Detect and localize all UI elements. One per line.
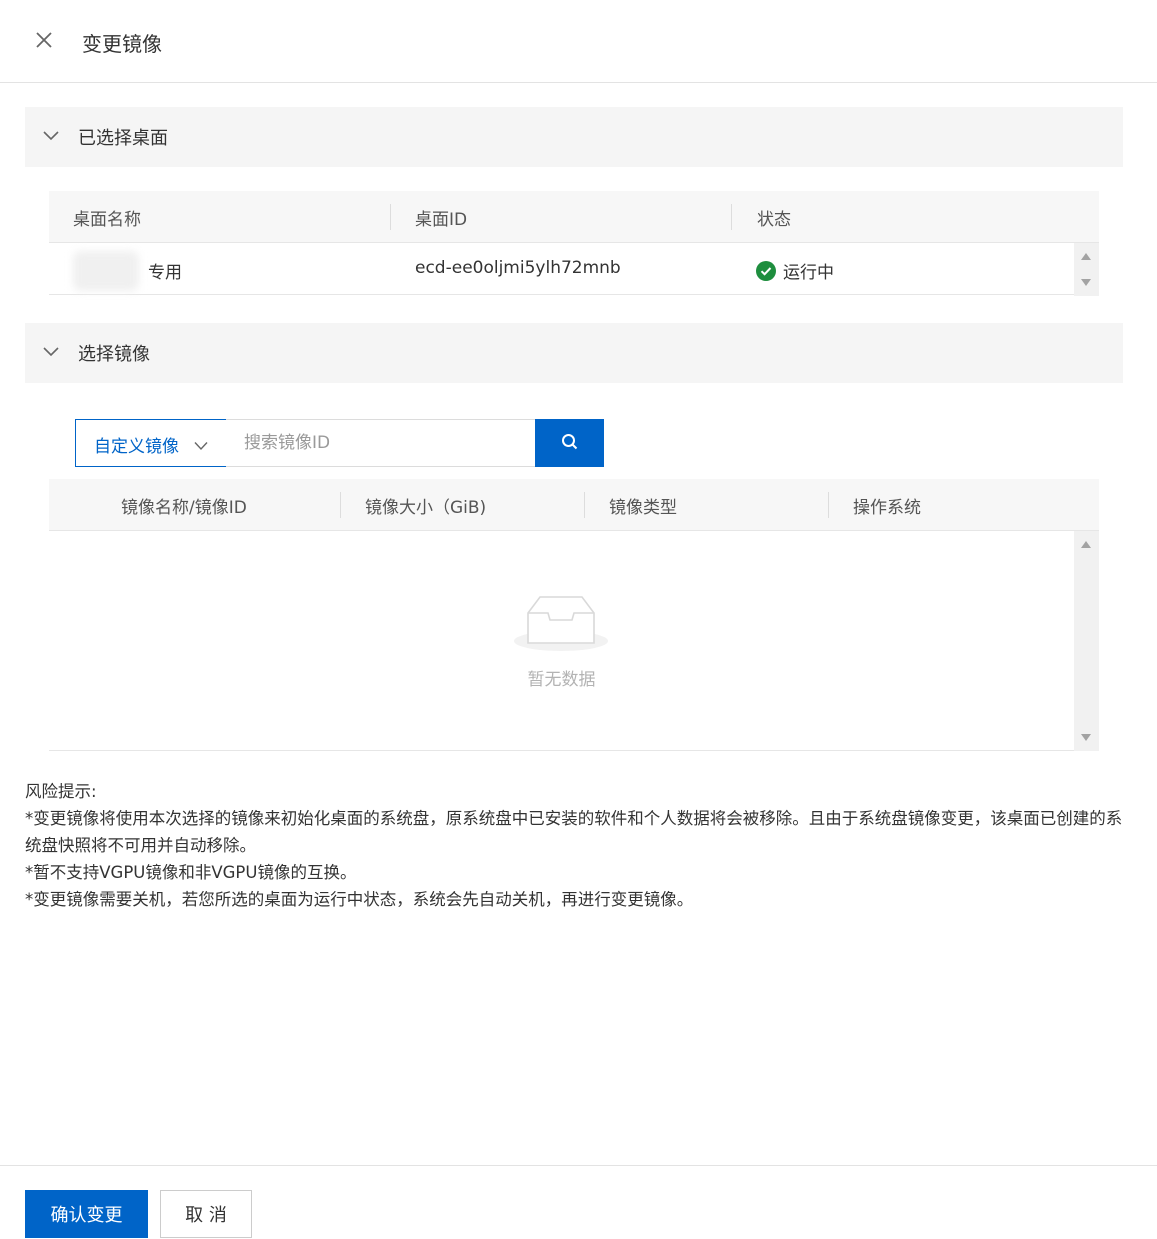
search-icon: [561, 433, 577, 449]
close-icon[interactable]: [33, 29, 55, 51]
chevron-down-icon: [43, 128, 59, 144]
empty-inbox-icon: [514, 596, 608, 651]
image-type-select[interactable]: 自定义镜像: [75, 419, 227, 467]
status-text: 运行中: [783, 263, 834, 283]
chevron-down-icon: [194, 437, 208, 451]
selected-desktops-section-header[interactable]: 已选择桌面: [25, 107, 1123, 167]
footer-divider: [0, 1165, 1157, 1166]
column-header-image-size: 镜像大小（GiB): [365, 498, 487, 518]
select-image-section-header[interactable]: 选择镜像: [25, 323, 1123, 383]
table-header: 镜像名称/镜像ID 镜像大小（GiB) 镜像类型 操作系统: [49, 479, 1099, 531]
risk-notice: 风险提示: *变更镜像将使用本次选择的镜像来初始化桌面的系统盘，原系统盘中已安装…: [25, 778, 1125, 913]
image-search-bar: 自定义镜像: [75, 419, 604, 467]
risk-line: *变更镜像需要关机，若您所选的桌面为运行中状态，系统会先自动关机，再进行变更镜像…: [25, 890, 694, 909]
column-header-status: 状态: [757, 210, 791, 230]
drawer-title: 变更镜像: [82, 32, 162, 56]
desktop-name: 专用: [148, 263, 182, 283]
empty-text: 暂无数据: [527, 670, 596, 690]
table-row[interactable]: 专用 ecd-ee0oljmi5ylh72mnb 运行中: [49, 243, 1074, 295]
selected-desktops-table: 桌面名称 桌面ID 状态 专用 ecd-ee0oljmi5ylh72mnb 运行…: [49, 191, 1099, 296]
section-label: 选择镜像: [78, 344, 150, 365]
column-header-image-type: 镜像类型: [609, 498, 677, 518]
column-divider: [828, 492, 829, 518]
cancel-button[interactable]: 取 消: [160, 1190, 252, 1238]
risk-title: 风险提示:: [25, 782, 97, 801]
column-header-desktop-name: 桌面名称: [73, 210, 141, 230]
redacted-name-mask: [73, 251, 139, 291]
column-header-image-name: 镜像名称/镜像ID: [121, 498, 247, 518]
scroll-up-icon[interactable]: [1081, 253, 1091, 260]
table-header: 桌面名称 桌面ID 状态: [49, 191, 1099, 243]
risk-line: *变更镜像将使用本次选择的镜像来初始化桌面的系统盘，原系统盘中已安装的软件和个人…: [25, 809, 1123, 855]
image-type-value: 自定义镜像: [94, 437, 179, 457]
desktop-status: 运行中: [756, 258, 834, 283]
column-divider: [731, 204, 732, 230]
search-input[interactable]: [226, 419, 536, 467]
search-button[interactable]: [535, 419, 604, 467]
column-divider: [390, 204, 391, 230]
check-circle-icon: [756, 261, 776, 281]
scrollbar[interactable]: [1074, 243, 1099, 296]
column-header-os: 操作系统: [853, 498, 921, 518]
risk-line: *暂不支持VGPU镜像和非VGPU镜像的互换。: [25, 863, 357, 882]
scrollbar[interactable]: [1074, 531, 1099, 751]
column-header-desktop-id: 桌面ID: [415, 210, 468, 230]
drawer-header: 变更镜像: [0, 0, 1157, 83]
scroll-down-icon[interactable]: [1081, 279, 1091, 286]
empty-state: 暂无数据: [49, 531, 1074, 751]
desktop-id: ecd-ee0oljmi5ylh72mnb: [415, 258, 621, 278]
column-divider: [340, 492, 341, 518]
section-label: 已选择桌面: [78, 128, 168, 149]
chevron-down-icon: [43, 344, 59, 360]
column-divider: [584, 492, 585, 518]
confirm-change-button[interactable]: 确认变更: [25, 1190, 148, 1238]
scroll-up-icon[interactable]: [1081, 541, 1091, 548]
images-table: 镜像名称/镜像ID 镜像大小（GiB) 镜像类型 操作系统 暂无数据: [49, 479, 1099, 751]
scroll-down-icon[interactable]: [1081, 734, 1091, 741]
